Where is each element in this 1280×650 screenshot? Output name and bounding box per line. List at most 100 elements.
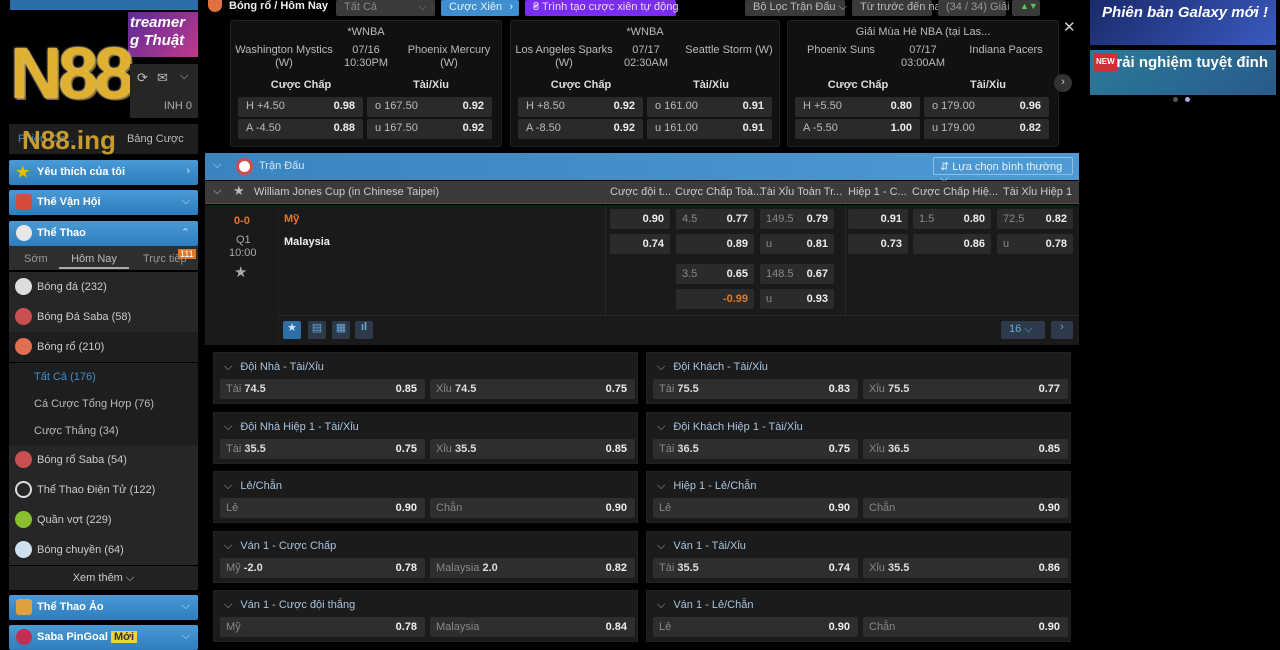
show-more-button[interactable]: Xem thêm ⌵ xyxy=(9,566,198,590)
odds-cell[interactable]: 0.86 xyxy=(913,234,991,254)
odds-cell[interactable]: A -4.50 0.88 xyxy=(238,119,363,139)
market-title[interactable]: ⌵ Ván 1 - Cược Chấp xyxy=(224,540,336,553)
sidebar-sub-combo[interactable]: Cá Cược Tổng Hợp (76) xyxy=(9,390,198,418)
odds-cell[interactable]: 3.5 0.65 xyxy=(676,264,754,284)
sort-button[interactable]: Từ trước đến nay ⌵ xyxy=(852,0,958,16)
odds-cell[interactable]: Tài 36.5 0.75 xyxy=(653,438,858,459)
sidebar-virtual-sports[interactable]: Thể Thao Ảo ⌵ xyxy=(9,595,198,620)
favorite-star-icon[interactable]: ★ xyxy=(234,263,247,281)
promo-banner-galaxy[interactable]: Phiên bản Galaxy mới ! xyxy=(1090,0,1276,45)
tab-today[interactable]: Hôm Nay xyxy=(59,253,129,269)
league-count-button[interactable]: (34 / 34) Giải xyxy=(938,0,1010,16)
mail-icon[interactable]: ✉ xyxy=(157,70,168,86)
featured-match-card[interactable]: *WNBA Washington Mystics (W) 07/16 10:30P… xyxy=(230,20,502,147)
odds-cell[interactable]: 1.5 0.80 xyxy=(913,209,991,229)
league-header[interactable]: ⌵ ★ William Jones Cup (in Chinese Taipei… xyxy=(205,181,1079,204)
odds-cell[interactable]: 0.90 xyxy=(610,209,670,229)
sidebar-item-saba-football[interactable]: Bóng Đá Saba (58) xyxy=(9,302,198,332)
odds-cell[interactable]: Xỉu 74.5 0.75 xyxy=(430,379,635,399)
odds-cell[interactable]: 4.5 0.77 xyxy=(676,209,754,229)
odds-cell[interactable]: Mỹ -2.0 0.78 xyxy=(220,557,425,578)
odds-cell[interactable]: Lẻ 0.90 xyxy=(653,617,858,637)
odds-cell[interactable]: Xỉu 35.5 0.85 xyxy=(430,438,635,459)
odds-cell[interactable]: 149.5 0.79 xyxy=(760,209,834,229)
odds-cell[interactable]: 72.5 0.82 xyxy=(997,209,1073,229)
odds-cell[interactable]: o 161.00 0.91 xyxy=(647,97,772,117)
market-title[interactable]: ⌵ Đội Nhà Hiệp 1 - Tài/Xỉu xyxy=(224,421,359,434)
odds-cell[interactable]: Tài 75.5 0.83 xyxy=(653,379,858,399)
tab-early[interactable]: Sớm xyxy=(24,253,48,265)
parlay-button[interactable]: Cược Xiên › xyxy=(441,0,519,16)
sidebar-item-football[interactable]: Bóng đá (232) xyxy=(9,272,198,302)
odds-cell[interactable]: Malaysia 0.84 xyxy=(430,617,635,637)
promo-banner-left[interactable] xyxy=(10,0,198,10)
odds-cell[interactable]: 0.91 xyxy=(848,209,908,229)
market-title[interactable]: ⌵ Đội Nhà - Tài/Xỉu xyxy=(224,361,324,374)
market-title[interactable]: ⌵ Lẻ/Chẵn xyxy=(224,480,282,493)
streamer-banner[interactable]: treamer g Thuật xyxy=(128,12,198,57)
match-filter-button[interactable]: Bộ Lọc Trận Đấu ⌵ xyxy=(745,0,847,16)
sidebar-favorites[interactable]: ★ Yêu thích của tôi › xyxy=(9,160,198,185)
market-title[interactable]: ⌵ Ván 1 - Cược đội thắng xyxy=(224,599,355,612)
odds-cell[interactable]: Tài 35.5 0.75 xyxy=(220,438,425,459)
sidebar-item-tennis[interactable]: Quần vợt (229) xyxy=(9,505,198,535)
sidebar-item-volleyball[interactable]: Bóng chuyền (64) xyxy=(9,535,198,565)
refresh-icon[interactable]: ⟳ xyxy=(137,70,148,86)
odds-cell[interactable]: Xỉu 35.5 0.86 xyxy=(863,557,1068,578)
odds-cell[interactable]: Chẵn 0.90 xyxy=(863,617,1068,637)
promo-banner-experience[interactable]: NEW Trải nghiệm tuyệt đỉnh xyxy=(1090,50,1276,95)
favorite-button[interactable]: ★ xyxy=(283,321,301,339)
odds-cell[interactable]: 148.5 0.67 xyxy=(760,264,834,284)
close-icon[interactable]: ✕ xyxy=(1063,18,1076,36)
odds-cell[interactable]: Chẵn 0.90 xyxy=(430,498,635,518)
next-arrow-button[interactable]: › xyxy=(1054,74,1072,92)
stats-icon[interactable]: ıl xyxy=(355,321,373,339)
carousel-dot[interactable] xyxy=(1173,97,1178,102)
star-icon[interactable]: ★ xyxy=(233,183,245,199)
odds-cell[interactable]: -0.99 xyxy=(676,289,754,309)
odds-cell[interactable]: u 0.93 xyxy=(760,289,834,309)
odds-cell[interactable]: 0.73 xyxy=(848,234,908,254)
sidebar-item-saba-basketball[interactable]: Bóng rổ Saba (54) xyxy=(9,445,198,475)
odds-cell[interactable]: Chẵn 0.90 xyxy=(863,498,1068,518)
odds-cell[interactable]: Xỉu 75.5 0.77 xyxy=(863,379,1068,399)
auto-parlay-button[interactable]: ₴ Trình tạo cược xiên tự động xyxy=(525,0,678,16)
market-select[interactable]: Tất Cả ⌵ xyxy=(336,0,435,16)
expand-match-button[interactable]: › xyxy=(1051,321,1073,339)
odds-cell[interactable]: H +4.50 0.98 xyxy=(238,97,363,117)
odds-cell[interactable]: o 167.50 0.92 xyxy=(367,97,492,117)
market-title[interactable]: ⌵ Đội Khách Hiệp 1 - Tài/Xỉu xyxy=(657,421,803,434)
odds-cell[interactable]: u 0.78 xyxy=(997,234,1073,254)
odds-cell[interactable]: Mỹ 0.78 xyxy=(220,617,425,637)
sidebar-sports[interactable]: Thể Thao ⌃ xyxy=(9,221,198,246)
more-markets-select[interactable]: 16 ⌵ xyxy=(1001,321,1045,339)
odds-cell[interactable]: 0.74 xyxy=(610,234,670,254)
chevron-down-icon[interactable]: ⌵ xyxy=(180,70,188,83)
odds-cell[interactable]: 0.89 xyxy=(676,234,754,254)
sort-order-icon[interactable]: ▲▼ xyxy=(1012,0,1040,16)
carousel-dot-active[interactable] xyxy=(1185,97,1190,102)
odds-cell[interactable]: Xỉu 36.5 0.85 xyxy=(863,438,1068,459)
odds-cell[interactable]: Malaysia 2.0 0.82 xyxy=(430,557,635,578)
odds-cell[interactable]: Tài 35.5 0.74 xyxy=(653,557,858,578)
odds-cell[interactable]: H +8.50 0.92 xyxy=(518,97,643,117)
market-title[interactable]: ⌵ Ván 1 - Lẻ/Chẵn xyxy=(657,599,753,612)
view-select[interactable]: ⇵ Lựa chọn bình thường ⌵ xyxy=(933,157,1073,185)
featured-match-card[interactable]: *WNBA Los Angeles Sparks (W) 07/17 02:30A… xyxy=(510,20,780,147)
sidebar-sub-all[interactable]: Tất Cả (176) xyxy=(9,363,198,391)
market-title[interactable]: ⌵ Đội Khách - Tài/Xỉu xyxy=(657,361,768,374)
odds-cell[interactable]: A -8.50 0.92 xyxy=(518,119,643,139)
sidebar-sub-outright[interactable]: Cược Thắng (34) xyxy=(9,417,198,445)
odds-cell[interactable]: o 179.00 0.96 xyxy=(924,97,1049,117)
calendar-icon[interactable]: ▦ xyxy=(332,321,350,339)
odds-cell[interactable]: H +5.50 0.80 xyxy=(795,97,920,117)
bet-list-tab[interactable]: Bảng Cược xyxy=(127,133,184,145)
sidebar-item-basketball[interactable]: Bóng rổ (210) xyxy=(9,332,198,362)
odds-cell[interactable]: u 179.00 0.82 xyxy=(924,119,1049,139)
sidebar-olympics[interactable]: Thế Vận Hội ⌵ xyxy=(9,190,198,215)
odds-cell[interactable]: u 161.00 0.91 xyxy=(647,119,772,139)
section-header[interactable]: ⌵ Trận Đấu ⇵ Lựa chọn bình thường ⌵ xyxy=(205,153,1079,185)
odds-cell[interactable]: Lẻ 0.90 xyxy=(653,498,858,518)
odds-cell[interactable]: Tài 74.5 0.85 xyxy=(220,379,425,399)
odds-cell[interactable]: Lẻ 0.90 xyxy=(220,498,425,518)
